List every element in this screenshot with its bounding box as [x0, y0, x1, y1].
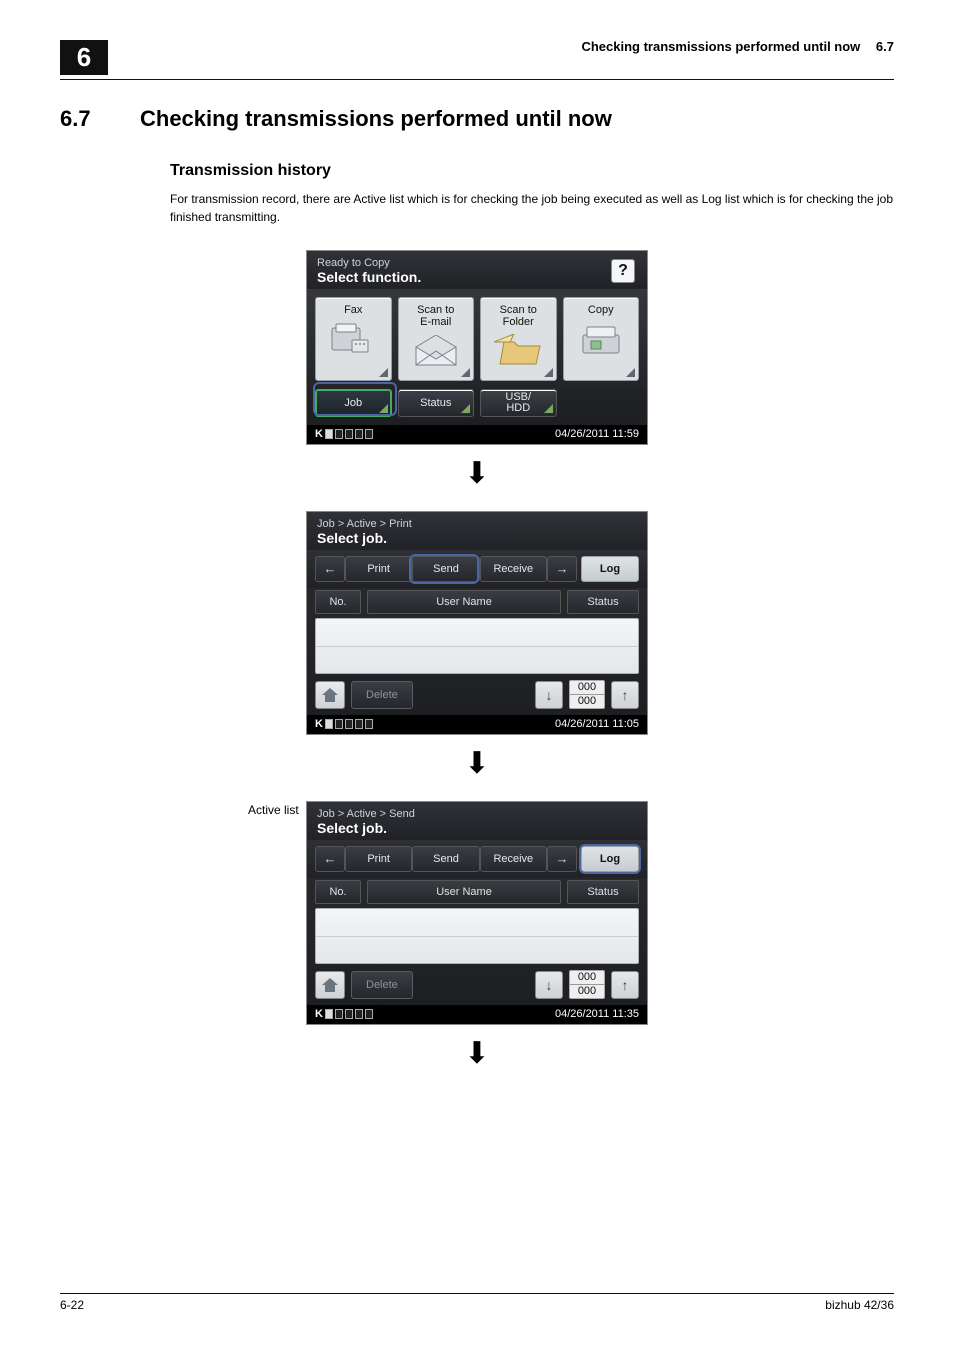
- copy-label: Copy: [564, 304, 639, 316]
- page-number: 6-22: [60, 1298, 84, 1312]
- toner-k-label: K: [315, 718, 323, 730]
- fax-label: Fax: [316, 304, 391, 316]
- toner-k-label: K: [315, 1008, 323, 1020]
- home-button[interactable]: [315, 971, 345, 999]
- flow-arrow-icon: ⬇: [60, 749, 894, 779]
- column-status: Status: [567, 590, 639, 614]
- job-label: Job: [344, 398, 362, 409]
- fax-icon: [316, 316, 391, 364]
- tab-receive[interactable]: Receive: [480, 846, 547, 872]
- screen-job-active-print: Job > Active > Print Select job. ← Print…: [306, 511, 648, 735]
- active-list-label: Active list: [248, 803, 299, 817]
- scan-to-email-tile[interactable]: Scan to E-mail: [398, 297, 475, 381]
- breadcrumb: Job > Active > Print: [317, 518, 637, 530]
- copier-icon: [564, 316, 639, 364]
- delete-button[interactable]: Delete: [351, 971, 413, 999]
- status-button[interactable]: Status: [398, 389, 475, 417]
- screen-job-active-send: Job > Active > Send Select job. ← Print …: [306, 801, 648, 1025]
- tab-prev-button[interactable]: ←: [315, 846, 345, 872]
- toner-indicator: K: [315, 428, 373, 440]
- tab-print[interactable]: Print: [345, 846, 412, 872]
- running-title: Checking transmissions performed until n…: [581, 39, 860, 54]
- column-user-name: User Name: [367, 880, 561, 904]
- flow-arrow-icon: ⬇: [60, 1039, 894, 1069]
- page-down-button[interactable]: ↓: [535, 971, 563, 999]
- title-small: Ready to Copy: [317, 257, 637, 269]
- scan-to-folder-label-2: Folder: [481, 316, 556, 328]
- help-button[interactable]: ?: [611, 259, 635, 283]
- title-big: Select job.: [317, 820, 637, 836]
- column-no: No.: [315, 880, 361, 904]
- page-counter-bottom: 000: [570, 986, 604, 997]
- titlebar: Job > Active > Send Select job.: [307, 802, 647, 840]
- breadcrumb: Job > Active > Send: [317, 808, 637, 820]
- scan-to-folder-label-1: Scan to: [481, 304, 556, 316]
- title-big: Select function.: [317, 269, 637, 285]
- product-name: bizhub 42/36: [825, 1298, 894, 1312]
- job-button[interactable]: Job: [315, 389, 392, 417]
- chapter-badge: 6: [60, 40, 108, 75]
- running-section: 6.7: [876, 39, 894, 54]
- timestamp: 04/26/2011 11:59: [555, 428, 639, 440]
- page-counter: 000 000: [569, 680, 605, 709]
- home-icon: [322, 978, 338, 992]
- scan-to-email-label-2: E-mail: [399, 316, 474, 328]
- toner-indicator: K: [315, 718, 373, 730]
- title-big: Select job.: [317, 530, 637, 546]
- toner-k-label: K: [315, 428, 323, 440]
- section-title: Checking transmissions performed until n…: [140, 106, 612, 132]
- tab-log[interactable]: Log: [581, 556, 639, 582]
- flow-arrow-icon: ⬇: [60, 459, 894, 489]
- page-counter-bottom: 000: [570, 696, 604, 707]
- tab-send[interactable]: Send: [412, 556, 479, 582]
- scan-to-folder-tile[interactable]: Scan to Folder: [480, 297, 557, 381]
- tab-next-button[interactable]: →: [547, 556, 577, 582]
- job-list[interactable]: [315, 908, 639, 964]
- tab-next-button[interactable]: →: [547, 846, 577, 872]
- page-down-button[interactable]: ↓: [535, 681, 563, 709]
- tab-print[interactable]: Print: [345, 556, 412, 582]
- column-user-name: User Name: [367, 590, 561, 614]
- page-counter: 000 000: [569, 970, 605, 999]
- tab-log[interactable]: Log: [581, 846, 639, 872]
- titlebar: Ready to Copy Select function.: [307, 251, 647, 289]
- page-up-button[interactable]: ↑: [611, 971, 639, 999]
- scan-to-email-label-1: Scan to: [399, 304, 474, 316]
- delete-button[interactable]: Delete: [351, 681, 413, 709]
- usb-hdd-button[interactable]: USB/ HDD: [480, 389, 557, 417]
- screen-select-function: Ready to Copy Select function. ? Fax Sca…: [306, 250, 648, 445]
- column-no: No.: [315, 590, 361, 614]
- job-list[interactable]: [315, 618, 639, 674]
- page-up-button[interactable]: ↑: [611, 681, 639, 709]
- tab-prev-button[interactable]: ←: [315, 556, 345, 582]
- usb-hdd-label-2: HDD: [506, 403, 530, 414]
- status-label: Status: [420, 398, 451, 409]
- copy-tile[interactable]: Copy: [563, 297, 640, 381]
- running-header: Checking transmissions performed until n…: [581, 40, 894, 54]
- section-number: 6.7: [60, 106, 116, 132]
- timestamp: 04/26/2011 11:05: [555, 718, 639, 730]
- tab-receive[interactable]: Receive: [480, 556, 547, 582]
- toner-indicator: K: [315, 1008, 373, 1020]
- home-icon: [322, 688, 338, 702]
- subheading: Transmission history: [170, 162, 894, 180]
- page-counter-top: 000: [570, 682, 604, 693]
- body-paragraph: For transmission record, there are Activ…: [170, 190, 894, 226]
- column-status: Status: [567, 880, 639, 904]
- titlebar: Job > Active > Print Select job.: [307, 512, 647, 550]
- tab-send[interactable]: Send: [412, 846, 479, 872]
- page-counter-top: 000: [570, 972, 604, 983]
- timestamp: 04/26/2011 11:35: [555, 1008, 639, 1020]
- home-button[interactable]: [315, 681, 345, 709]
- fax-tile[interactable]: Fax: [315, 297, 392, 381]
